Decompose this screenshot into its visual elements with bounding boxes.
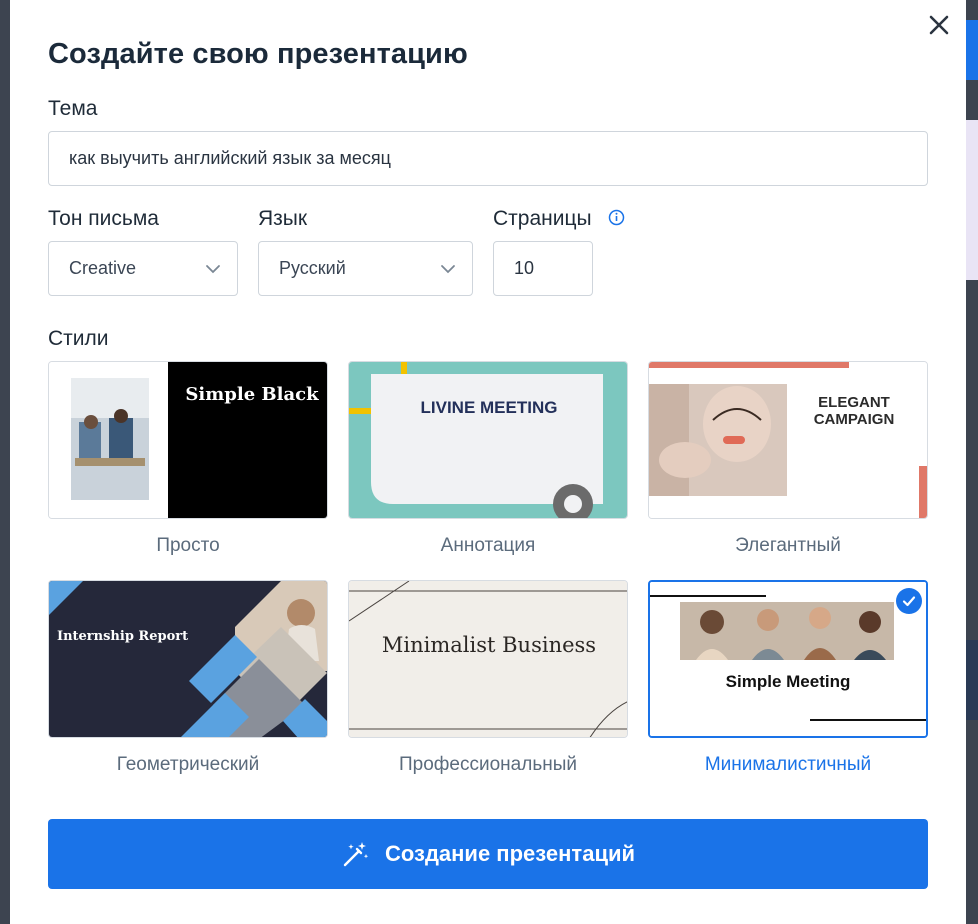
pages-label: Страницы	[493, 207, 592, 230]
style-label-simple: Просто	[156, 535, 220, 556]
chevron-down-icon	[206, 264, 220, 273]
style-label-professional: Профессиональный	[399, 754, 577, 775]
style-card-professional[interactable]: Minimalist Business	[348, 580, 628, 738]
create-presentation-label: Создание презентаций	[384, 841, 636, 866]
preview-title-line-2: CAMPAIGN	[813, 411, 895, 428]
create-presentation-button[interactable]: Создание презентаций	[48, 819, 928, 889]
pages-input[interactable]: 10	[493, 241, 593, 296]
style-card-minimalist[interactable]: Simple Meeting	[648, 580, 928, 738]
language-select[interactable]: Русский	[258, 241, 473, 296]
style-preview-simple-meeting	[650, 582, 926, 736]
close-icon[interactable]	[924, 10, 954, 40]
preview-title: Simple Meeting	[725, 672, 851, 691]
preview-title: Simple Black	[185, 384, 319, 405]
style-label-geometric: Геометрический	[116, 754, 260, 775]
style-label-minimalist: Минималистичный	[704, 754, 872, 775]
topic-label: Тема	[48, 97, 98, 120]
style-preview-elegant-campaign	[649, 362, 927, 518]
create-presentation-modal: Создайте свою презентацию Тема как выучи…	[10, 0, 966, 924]
magic-wand-icon	[343, 842, 369, 867]
preview-title: LIVINE MEETING	[420, 398, 558, 417]
style-preview-livine-meeting	[349, 362, 627, 518]
preview-title: Minimalist Business	[381, 633, 597, 657]
style-label-annotation: Аннотация	[440, 535, 536, 556]
style-card-geometric[interactable]: Internship Report	[48, 580, 328, 738]
style-card-annotation[interactable]: LIVINE MEETING	[348, 361, 628, 519]
preview-title: ELEGANT CAMPAIGN	[789, 394, 919, 428]
language-label: Язык	[258, 207, 308, 230]
background-page-right	[966, 0, 978, 924]
style-label-elegant: Элегантный	[735, 535, 841, 556]
tone-select[interactable]: Creative	[48, 241, 238, 296]
preview-title: Internship Report	[57, 629, 189, 644]
style-preview-minimalist-business	[349, 581, 627, 737]
tone-label: Тон письма	[48, 207, 159, 230]
style-card-simple[interactable]: Simple Black	[48, 361, 328, 519]
chevron-down-icon	[441, 264, 455, 273]
background-page-left	[0, 0, 10, 924]
styles-label: Стили	[48, 327, 109, 350]
style-card-elegant[interactable]: ELEGANT CAMPAIGN	[648, 361, 928, 519]
language-select-value: Русский	[279, 258, 346, 278]
info-icon[interactable]	[608, 209, 625, 226]
preview-title-line-1: ELEGANT	[818, 394, 890, 411]
modal-title: Создайте свою презентацию	[48, 38, 468, 70]
check-icon	[896, 588, 922, 614]
tone-select-value: Creative	[69, 258, 137, 278]
style-preview-internship-report	[49, 581, 327, 737]
topic-input[interactable]: как выучить английский язык за месяц	[48, 131, 928, 186]
